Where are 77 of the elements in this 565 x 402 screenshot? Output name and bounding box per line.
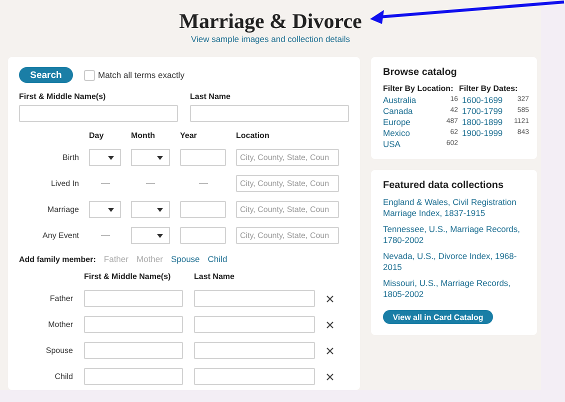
- member-label: Child: [54, 372, 73, 381]
- year-field[interactable]: [180, 201, 226, 218]
- date-link[interactable]: 1700-1799: [459, 106, 511, 116]
- close-icon[interactable]: [326, 346, 334, 354]
- day-dropdown[interactable]: [89, 201, 121, 218]
- card-title: Browse catalog: [383, 67, 458, 78]
- member-label: Father: [48, 294, 73, 303]
- close-icon[interactable]: [326, 372, 334, 380]
- column-header: First & Middle Name(s): [84, 272, 172, 281]
- day-dropdown[interactable]: [89, 149, 121, 166]
- page-title: Marriage & Divorce: [179, 8, 362, 34]
- dash-mark: [198, 183, 208, 184]
- card-catalog-button[interactable]: View all in Card Catalog: [383, 310, 493, 324]
- location-link[interactable]: Mexico: [383, 128, 441, 138]
- family-link[interactable]: Child: [208, 254, 228, 264]
- location-link[interactable]: USA: [383, 139, 441, 149]
- caret-icon: [157, 208, 163, 212]
- event-label: Any Event: [42, 231, 79, 240]
- dash-mark: [100, 235, 110, 236]
- month-dropdown[interactable]: [131, 149, 170, 166]
- field-label: Last Name: [190, 92, 232, 101]
- collection-link[interactable]: Missouri, U.S., Marriage Records, 1805-2002: [383, 278, 525, 300]
- column-header: Location: [236, 131, 270, 140]
- location-link[interactable]: Canada: [383, 106, 441, 116]
- collection-link[interactable]: England & Wales, Civil Registration Marriage Index, 1837-1915: [383, 197, 525, 219]
- location-link[interactable]: Europe: [383, 117, 441, 127]
- close-icon[interactable]: [326, 294, 334, 302]
- month-dropdown[interactable]: [131, 201, 170, 218]
- caret-icon: [108, 156, 114, 160]
- date-link[interactable]: 1800-1899: [459, 117, 511, 127]
- date-link[interactable]: 1600-1699: [459, 95, 511, 105]
- details-link[interactable]: View sample images and collection details: [190, 34, 350, 44]
- event-label: Marriage: [46, 205, 79, 214]
- location-field[interactable]: City, County, State, Coun: [236, 175, 339, 192]
- close-icon[interactable]: [326, 320, 334, 328]
- member-label: Spouse: [44, 346, 73, 355]
- filter-header: Filter By Dates:: [459, 84, 519, 94]
- location-link[interactable]: Australia: [383, 95, 441, 105]
- first-name-field[interactable]: [84, 368, 183, 385]
- field-label: First & Middle Name(s): [19, 92, 107, 101]
- first-name-field[interactable]: [84, 316, 183, 333]
- family-link[interactable]: Spouse: [170, 254, 200, 264]
- collection-link[interactable]: Nevada, U.S., Divorce Index, 1968-2015: [383, 251, 525, 273]
- checkbox-label: Match all terms exactly: [98, 70, 184, 80]
- year-field[interactable]: [180, 149, 226, 166]
- family-label: Add family member:: [19, 254, 96, 264]
- name-field[interactable]: [19, 105, 178, 122]
- last-name-field[interactable]: [194, 316, 315, 333]
- column-header: Year: [180, 131, 198, 140]
- name-field[interactable]: [190, 105, 349, 122]
- caret-icon: [108, 208, 114, 212]
- collection-link[interactable]: Tennessee, U.S., Marriage Records, 1780-2002: [383, 224, 525, 246]
- year-field[interactable]: [180, 227, 226, 244]
- month-dropdown[interactable]: [131, 227, 170, 244]
- caret-icon: [157, 156, 163, 160]
- event-label: Lived In: [50, 179, 79, 188]
- card-title: Featured data collections: [383, 180, 505, 191]
- caret-icon: [157, 234, 163, 238]
- exact-match-checkbox[interactable]: [84, 70, 95, 80]
- last-name-field[interactable]: [194, 342, 315, 359]
- search-button[interactable]: Search: [19, 67, 73, 83]
- column-header: Day: [89, 131, 105, 140]
- dash-mark: [100, 183, 110, 184]
- first-name-field[interactable]: [84, 342, 183, 359]
- location-field[interactable]: City, County, State, Coun: [236, 149, 339, 166]
- last-name-field[interactable]: [194, 368, 315, 385]
- member-label: Mother: [47, 320, 73, 329]
- event-label: Birth: [62, 153, 79, 162]
- column-header: Last Name: [194, 272, 236, 281]
- last-name-field[interactable]: [194, 290, 315, 307]
- filter-header: Filter By Location:: [383, 84, 454, 94]
- location-field[interactable]: City, County, State, Coun: [236, 227, 339, 244]
- date-link[interactable]: 1900-1999: [459, 128, 511, 138]
- column-header: Month: [131, 131, 156, 140]
- location-field[interactable]: City, County, State, Coun: [236, 201, 339, 218]
- dash-mark: [146, 183, 155, 184]
- first-name-field[interactable]: [84, 290, 183, 307]
